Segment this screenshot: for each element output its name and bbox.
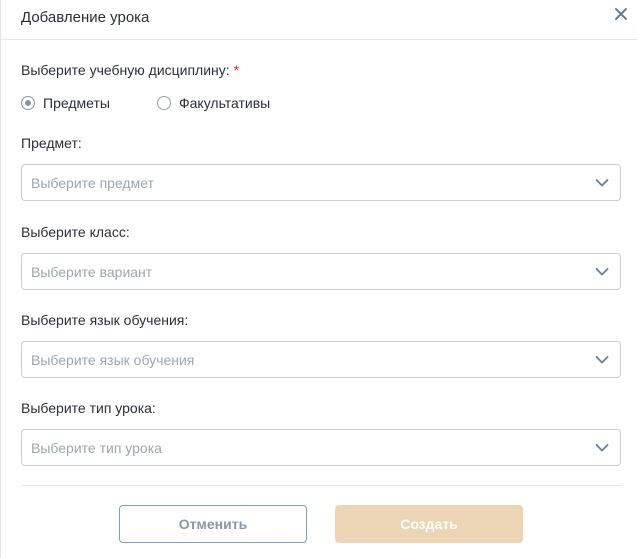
radio-subjects-label: Предметы	[43, 95, 110, 111]
discipline-label-text: Выберите учебную дисциплину:	[21, 62, 230, 78]
required-mark: *	[233, 62, 240, 78]
class-select[interactable]: Выберите вариант	[21, 253, 621, 290]
subject-select[interactable]: Выберите предмет	[21, 164, 621, 201]
radio-subjects[interactable]: Предметы	[21, 93, 110, 113]
language-label: Выберите язык обучения:	[21, 312, 189, 328]
chevron-down-icon	[595, 179, 609, 187]
chevron-down-icon	[595, 444, 609, 452]
dialog-header: Добавление урока	[1, 0, 637, 40]
class-label: Выберите класс:	[21, 224, 130, 240]
create-button[interactable]: Создать	[335, 505, 523, 543]
subject-placeholder: Выберите предмет	[31, 175, 154, 191]
language-select[interactable]: Выберите язык обучения	[21, 341, 621, 378]
radio-electives[interactable]: Факультативы	[157, 93, 270, 113]
radio-checked-icon	[21, 96, 35, 110]
chevron-down-icon	[595, 268, 609, 276]
class-placeholder: Выберите вариант	[31, 264, 153, 280]
footer-divider	[21, 485, 621, 486]
chevron-down-icon	[595, 356, 609, 364]
lesson-type-placeholder: Выберите тип урока	[31, 440, 162, 456]
dialog-title: Добавление урока	[21, 9, 150, 26]
add-lesson-dialog: Добавление урока Выберите учебную дисцип…	[0, 0, 637, 558]
radio-electives-label: Факультативы	[179, 95, 271, 111]
subject-label: Предмет:	[21, 135, 82, 151]
lesson-type-label: Выберите тип урока:	[21, 400, 156, 416]
language-placeholder: Выберите язык обучения	[31, 352, 195, 368]
close-icon[interactable]	[613, 6, 629, 22]
radio-unchecked-icon	[157, 96, 171, 110]
discipline-label: Выберите учебную дисциплину: *	[21, 62, 239, 78]
cancel-button[interactable]: Отменить	[119, 505, 307, 543]
lesson-type-select[interactable]: Выберите тип урока	[21, 429, 621, 466]
